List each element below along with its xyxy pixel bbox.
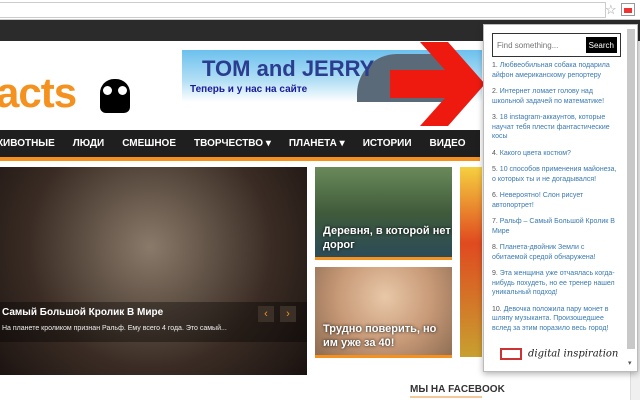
mascot-icon	[100, 79, 130, 113]
facebook-heading: МЫ НА FACEBOOK	[410, 384, 505, 395]
nav-underline	[0, 157, 480, 161]
prev-slide-button[interactable]: ‹	[258, 306, 274, 322]
search-box: Search	[492, 33, 621, 57]
scroll-down-icon[interactable]: ▾	[628, 359, 632, 367]
list-item[interactable]: 4. Какого цвета костюм?	[492, 149, 620, 159]
address-bar[interactable]	[0, 2, 606, 18]
side-ad[interactable]	[460, 167, 482, 357]
list-item[interactable]: 6. Невероятно! Слон рисует автопортрет!	[492, 191, 620, 210]
tile-title[interactable]: Деревня, в которой нет дорог	[323, 224, 452, 252]
list-item[interactable]: 9. Эта женщина уже отчаялась когда-нибуд…	[492, 269, 620, 298]
banner-title: TOM and JERRY	[202, 56, 375, 81]
list-item[interactable]: 7. Ральф – Самый Большой Кролик В Мире	[492, 217, 620, 236]
nav-item-funny[interactable]: СМЕШНОЕ	[122, 138, 176, 149]
digital-inspiration-logo[interactable]: digital inspiration	[500, 348, 618, 360]
heading-underline	[410, 396, 482, 398]
list-item[interactable]: 10. Девочка положила пару монет в шляпу …	[492, 305, 620, 334]
popup-scrollbar[interactable]	[627, 29, 635, 349]
star-icon[interactable]: ☆	[605, 2, 617, 18]
article-tile[interactable]: Трудно поверить, но им уже за 40!	[315, 267, 452, 358]
nav-item-planet[interactable]: ПЛАНЕТА ▾	[289, 138, 345, 149]
list-item[interactable]: 8. Планета-двойник Земли с обитаемой сре…	[492, 243, 620, 262]
extension-icon[interactable]	[621, 3, 635, 16]
nav-item-people[interactable]: ЛЮДИ	[73, 138, 104, 149]
hero-title[interactable]: Самый Большой Кролик В Мире	[2, 307, 163, 318]
hero-excerpt: На планете кроликом признан Ральф. Ему в…	[2, 325, 227, 332]
article-tile[interactable]: Деревня, в которой нет дорог	[315, 167, 452, 260]
hero-slider[interactable]: Самый Большой Кролик В Мире На планете к…	[0, 167, 307, 375]
list-item[interactable]: 3. 18 instagram-аккаунтов, которые науча…	[492, 113, 620, 142]
banner-subtitle: Теперь и у нас на сайте	[190, 84, 308, 95]
main-nav: ЖИВОТНЫЕ ЛЮДИ СМЕШНОЕ ТВОРЧЕСТВО ▾ ПЛАНЕ…	[0, 130, 480, 157]
nav-item-video[interactable]: ВИДЕО	[430, 138, 466, 149]
tile-title[interactable]: Трудно поверить, но им уже за 40!	[323, 322, 452, 350]
search-button[interactable]: Search	[585, 37, 617, 53]
nav-item-stories[interactable]: ИСТОРИИ	[363, 138, 412, 149]
browser-toolbar: ☆	[0, 0, 640, 20]
site-logo[interactable]: acts	[0, 69, 77, 117]
article-list: 1. Любвеобильная собака подарила айфон а…	[492, 61, 620, 340]
nav-item-animals[interactable]: ЖИВОТНЫЕ	[0, 138, 55, 149]
list-item[interactable]: 2. Интернет ломает голову над школьной з…	[492, 87, 620, 106]
nav-item-creativity[interactable]: ТВОРЧЕСТВО ▾	[194, 138, 271, 149]
red-arrow-icon	[390, 42, 485, 126]
list-item[interactable]: 1. Любвеобильная собака подарила айфон а…	[492, 61, 620, 80]
list-item[interactable]: 5. 10 способов применения майонеза, о ко…	[492, 165, 620, 184]
extension-popup: Search 1. Любвеобильная собака подарила …	[483, 24, 638, 372]
next-slide-button[interactable]: ›	[280, 306, 296, 322]
search-input[interactable]	[497, 37, 577, 53]
logo-icon	[500, 348, 522, 360]
